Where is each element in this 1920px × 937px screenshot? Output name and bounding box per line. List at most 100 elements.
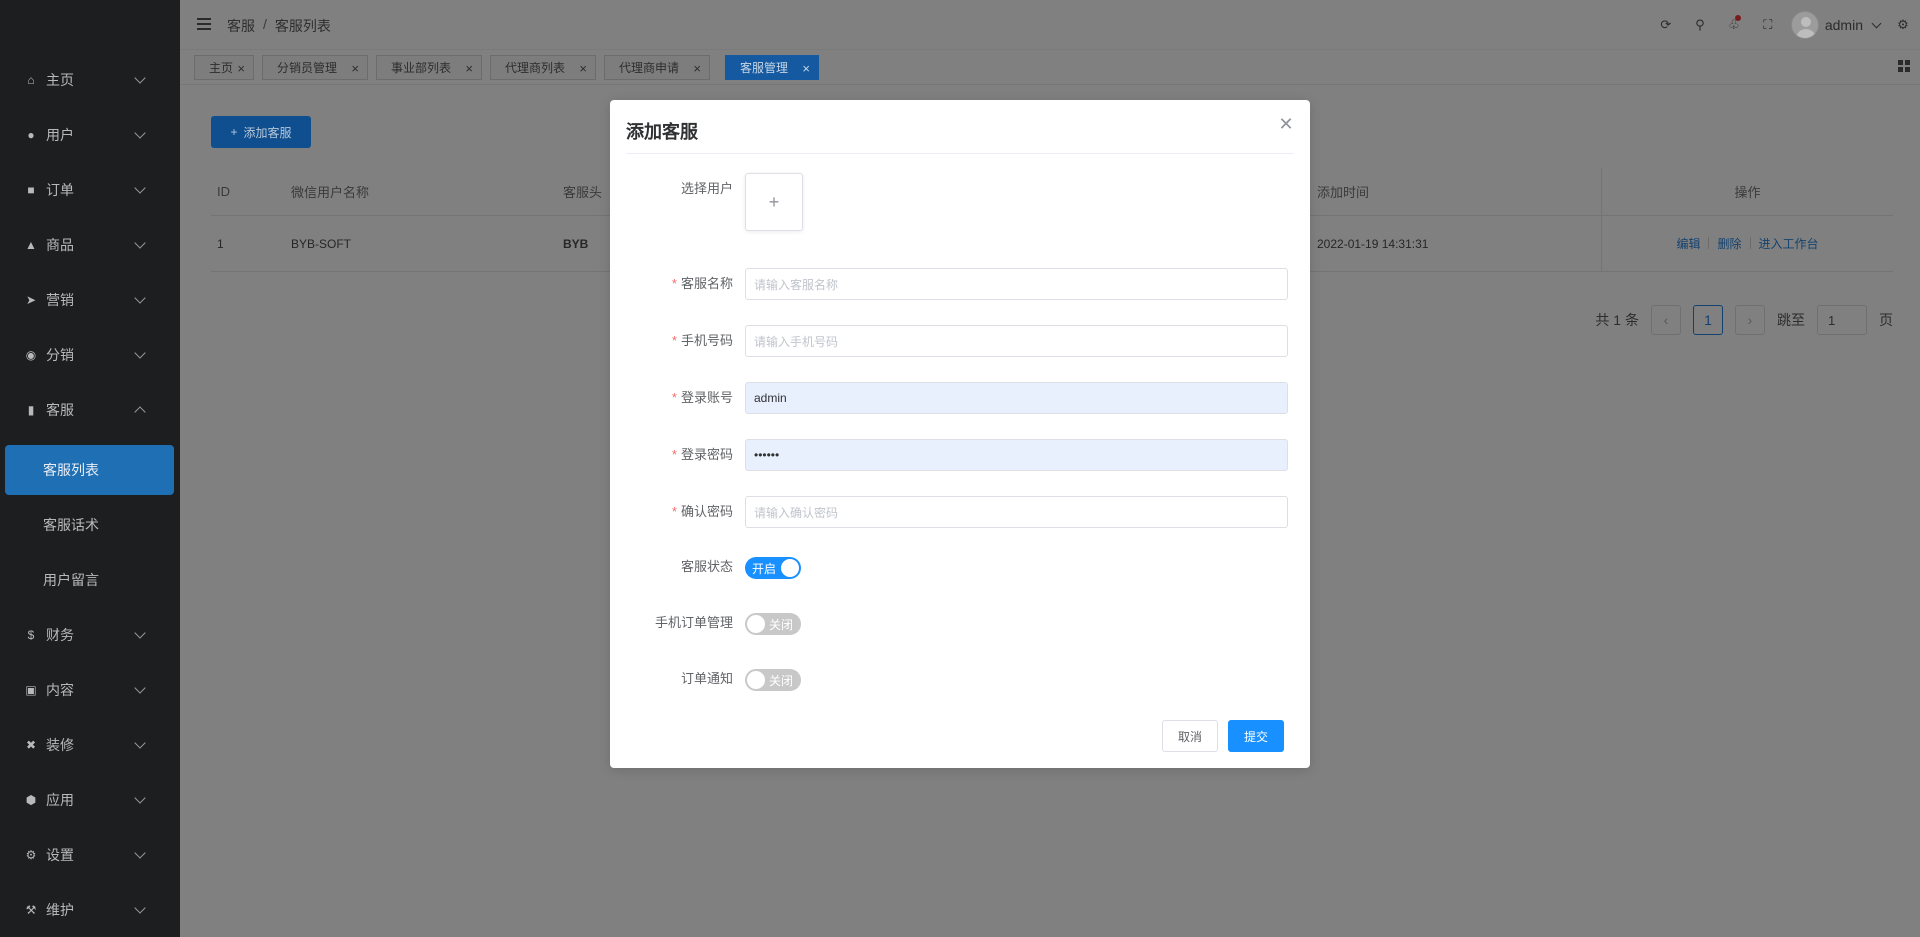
menu-toggle-icon[interactable] bbox=[197, 18, 211, 30]
add-service-button[interactable]: + 添加客服 bbox=[211, 116, 311, 148]
form-row-password: * 登录密码 •••••• bbox=[626, 439, 1294, 471]
grid-icon[interactable] bbox=[1898, 60, 1910, 72]
page-suffix: 页 bbox=[1879, 312, 1893, 328]
order-manage-toggle[interactable]: 关闭 bbox=[745, 613, 801, 635]
sidebar-item-label: 应用 bbox=[46, 792, 74, 808]
cell-actions: 编辑 删除 进入工作台 bbox=[1601, 216, 1893, 271]
sidebar-item-service[interactable]: ▮ 客服 bbox=[0, 390, 180, 430]
chevron-down-icon bbox=[134, 902, 146, 914]
sidebar-subitem-service-scripts[interactable]: 客服话术 bbox=[5, 500, 174, 550]
tab-home[interactable]: 主页 × bbox=[194, 55, 254, 80]
settings-icon[interactable]: ⚙ bbox=[1886, 0, 1920, 50]
close-icon[interactable]: × bbox=[579, 61, 587, 76]
jump-page-input[interactable]: 1 bbox=[1817, 305, 1867, 335]
form-row-select-user: 选择用户 + bbox=[626, 173, 1294, 231]
pagination-total: 共 1 条 bbox=[1595, 312, 1639, 328]
order-notify-toggle[interactable]: 关闭 bbox=[745, 669, 801, 691]
add-service-dialog: 添加客服 ✕ 选择用户 + * 客服名称 请输入客服名称 * 手机号码 请输入手机号… bbox=[610, 100, 1310, 768]
tab-service-manage[interactable]: 客服管理 × bbox=[725, 55, 819, 80]
tab-distributor-manage[interactable]: 分销员管理 × bbox=[262, 55, 368, 80]
confirm-label: * 确认密码 bbox=[626, 496, 733, 528]
fullscreen-icon[interactable]: ⛶ bbox=[1751, 0, 1785, 50]
edit-link[interactable]: 编辑 bbox=[1676, 235, 1700, 252]
enter-workbench-link[interactable]: 进入工作台 bbox=[1759, 235, 1819, 252]
hammer-icon: ⚒ bbox=[25, 903, 37, 917]
chevron-down-icon bbox=[134, 792, 146, 804]
refresh-icon[interactable]: ⟳ bbox=[1649, 0, 1683, 50]
close-icon[interactable]: × bbox=[465, 61, 473, 76]
select-user-upload[interactable]: + bbox=[745, 173, 803, 231]
tabs-bar: 主页 × 分销员管理 × 事业部列表 × 代理商列表 × 代理商申请 × 客服管… bbox=[180, 51, 1920, 85]
close-icon[interactable]: ✕ bbox=[1278, 115, 1294, 133]
sidebar-item-home[interactable]: ⌂ 主页 bbox=[0, 60, 180, 100]
sidebar-item-user[interactable]: ● 用户 bbox=[0, 115, 180, 155]
tab-agent-list[interactable]: 代理商列表 × bbox=[490, 55, 596, 80]
login-account-input[interactable]: admin bbox=[745, 382, 1288, 414]
book-icon: ▣ bbox=[25, 683, 37, 697]
home-icon: ⌂ bbox=[27, 73, 35, 87]
sidebar-item-label: 商品 bbox=[46, 237, 74, 253]
next-page-button[interactable]: › bbox=[1735, 305, 1765, 335]
column-header-actions: 操作 bbox=[1601, 168, 1893, 215]
sidebar-item-label: 分销 bbox=[46, 347, 74, 363]
cancel-button[interactable]: 取消 bbox=[1162, 720, 1218, 752]
sidebar-item-label: 设置 bbox=[46, 847, 74, 863]
username: admin bbox=[1824, 17, 1863, 33]
submit-button[interactable]: 提交 bbox=[1228, 720, 1284, 752]
close-icon[interactable]: × bbox=[802, 61, 810, 76]
confirm-label-text: 确认密码 bbox=[680, 504, 733, 519]
service-status-toggle[interactable]: 开启 bbox=[745, 557, 801, 579]
search-icon[interactable]: ⚲ bbox=[1683, 0, 1717, 50]
sidebar-item-decoration[interactable]: ✖ 装修 bbox=[0, 725, 180, 765]
tab-division-list[interactable]: 事业部列表 × bbox=[376, 55, 482, 80]
user-icon: ● bbox=[27, 128, 35, 142]
close-icon[interactable]: × bbox=[237, 61, 245, 76]
chevron-down-icon bbox=[134, 237, 146, 249]
login-password-input[interactable]: •••••• bbox=[745, 439, 1288, 471]
top-header: 客服 / 客服列表 ⟳ ⚲ ♧ ⛶ admin ⚙ bbox=[180, 0, 1920, 50]
close-icon[interactable]: × bbox=[351, 61, 359, 76]
column-header-actions-label: 操作 bbox=[1734, 185, 1761, 200]
sidebar: ⌂ 主页 ● 用户 ■ 订单 ▲ 商品 ➤ 营销 ◉ 分销 ▮ 客服 客服列表 … bbox=[0, 0, 180, 937]
sidebar-item-product[interactable]: ▲ 商品 bbox=[0, 225, 180, 265]
breadcrumb-item[interactable]: 客服 bbox=[227, 16, 255, 36]
toggle-text: 关闭 bbox=[769, 617, 794, 632]
header-tools: ⟳ ⚲ ♧ ⛶ admin ⚙ bbox=[1649, 0, 1920, 50]
sidebar-item-apps[interactable]: ⬢ 应用 bbox=[0, 780, 180, 820]
prev-page-button[interactable]: ‹ bbox=[1651, 305, 1681, 335]
chevron-down-icon bbox=[134, 292, 146, 304]
sidebar-item-marketing[interactable]: ➤ 营销 bbox=[0, 280, 180, 320]
sidebar-item-finance[interactable]: $ 财务 bbox=[0, 615, 180, 655]
dialog-divider bbox=[626, 153, 1294, 154]
name-label-text: 客服名称 bbox=[680, 276, 733, 291]
column-header-wechat-name: 微信用户名称 bbox=[291, 185, 370, 200]
chevron-down-icon bbox=[134, 737, 146, 749]
sidebar-subitem-user-messages[interactable]: 用户留言 bbox=[5, 555, 174, 605]
tab-agent-apply[interactable]: 代理商申请 × bbox=[604, 55, 710, 80]
sidebar-item-maintenance[interactable]: ⚒ 维护 bbox=[0, 890, 180, 930]
sidebar-item-distribution[interactable]: ◉ 分销 bbox=[0, 335, 180, 375]
app-icon: ⬢ bbox=[25, 793, 37, 807]
password-label-text: 登录密码 bbox=[680, 447, 733, 462]
account-label: * 登录账号 bbox=[626, 382, 733, 414]
service-name-input[interactable]: 请输入客服名称 bbox=[745, 268, 1288, 300]
toggle-text: 开启 bbox=[752, 561, 777, 576]
dollar-icon: $ bbox=[27, 628, 35, 642]
sidebar-item-label: 主页 bbox=[46, 72, 74, 88]
sidebar-item-order[interactable]: ■ 订单 bbox=[0, 170, 180, 210]
bag-icon: ▲ bbox=[25, 238, 37, 252]
delete-link[interactable]: 删除 bbox=[1717, 235, 1741, 252]
name-label: * 客服名称 bbox=[626, 268, 733, 300]
form-row-confirm: * 确认密码 请输入确认密码 bbox=[626, 496, 1294, 528]
sidebar-subitem-service-list[interactable]: 客服列表 bbox=[5, 445, 174, 495]
bell-icon[interactable]: ♧ bbox=[1717, 0, 1751, 50]
page-number-button[interactable]: 1 bbox=[1693, 305, 1723, 335]
phone-input[interactable]: 请输入手机号码 bbox=[745, 325, 1288, 357]
sidebar-item-label: 装修 bbox=[46, 737, 74, 753]
send-icon: ➤ bbox=[25, 293, 37, 307]
sidebar-item-content[interactable]: ▣ 内容 bbox=[0, 670, 180, 710]
sidebar-item-settings[interactable]: ⚙ 设置 bbox=[0, 835, 180, 875]
close-icon[interactable]: × bbox=[693, 61, 701, 76]
user-menu[interactable]: admin bbox=[1790, 11, 1882, 39]
confirm-password-input[interactable]: 请输入确认密码 bbox=[745, 496, 1288, 528]
